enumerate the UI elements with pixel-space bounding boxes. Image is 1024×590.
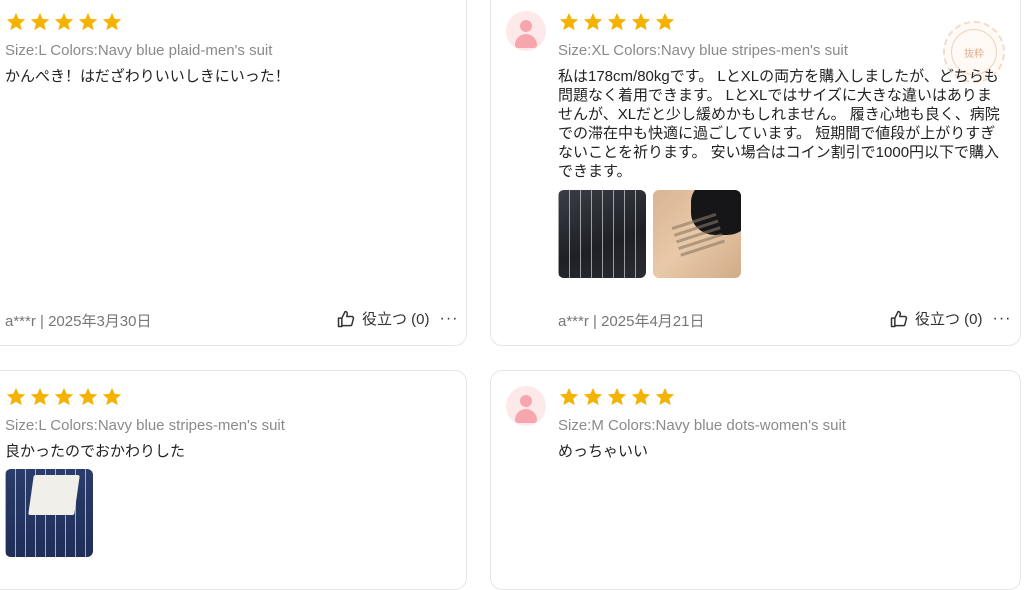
star-icon <box>102 387 122 406</box>
review-card: Size:L Colors:Navy blue stripes-men's su… <box>0 370 467 590</box>
star-icon <box>78 12 98 31</box>
review-photo-care-label[interactable] <box>653 190 741 278</box>
star-icon <box>631 12 651 31</box>
star-icon <box>54 12 74 31</box>
star-rating <box>5 11 123 33</box>
review-photo-navy-stripe[interactable] <box>5 469 93 557</box>
helpful-button[interactable]: 役立つ (0) ··· <box>889 308 1012 329</box>
review-text: かんぺき！はだざわりいいしきにいった！ <box>5 68 290 85</box>
avatar <box>506 386 546 426</box>
helpful-label: 役立つ (0) <box>915 311 983 328</box>
star-rating <box>5 386 123 408</box>
star-rating <box>558 386 676 408</box>
avatar <box>506 11 546 51</box>
star-icon <box>607 12 627 31</box>
review-author-date: a***r | 2025年3月30日 <box>5 313 152 330</box>
star-icon <box>655 12 675 31</box>
review-variant-meta: Size:M Colors:Navy blue dots-women's sui… <box>558 417 846 434</box>
star-icon <box>559 12 579 31</box>
review-photo-striped-shirt[interactable] <box>558 190 646 278</box>
star-icon <box>78 387 98 406</box>
review-variant-meta: Size:L Colors:Navy blue stripes-men's su… <box>5 417 285 434</box>
review-variant-meta: Size:L Colors:Navy blue plaid-men's suit <box>5 42 273 59</box>
helpful-label: 役立つ (0) <box>362 311 430 328</box>
review-variant-meta: Size:XL Colors:Navy blue stripes-men's s… <box>558 42 848 59</box>
star-icon <box>6 12 26 31</box>
more-options-icon[interactable]: ··· <box>993 310 1012 328</box>
helpful-button[interactable]: 役立つ (0) ··· <box>336 308 459 329</box>
review-card: Size:L Colors:Navy blue plaid-men's suit… <box>0 0 467 346</box>
star-icon <box>54 387 74 406</box>
star-icon <box>102 12 122 31</box>
star-icon <box>631 387 651 406</box>
thumbs-up-icon <box>337 310 355 327</box>
review-card: 抜粋 Size:XL Colors:Navy blue stripes-men'… <box>490 0 1021 346</box>
star-icon <box>559 387 579 406</box>
star-icon <box>607 387 627 406</box>
star-icon <box>583 387 603 406</box>
thumbs-up-icon <box>890 310 908 327</box>
more-options-icon[interactable]: ··· <box>440 310 459 328</box>
star-icon <box>6 387 26 406</box>
star-icon <box>30 387 50 406</box>
review-text: 私は178cm/80kgです。 LとXLの両方を購入しましたが、どちらも問題なく… <box>558 68 1000 180</box>
review-text: めっちゃいい <box>558 443 649 460</box>
star-icon <box>30 12 50 31</box>
review-author-date: a***r | 2025年4月21日 <box>558 313 705 330</box>
review-card: Size:M Colors:Navy blue dots-women's sui… <box>490 370 1021 590</box>
star-icon <box>583 12 603 31</box>
star-rating <box>558 11 676 33</box>
star-icon <box>655 387 675 406</box>
review-text: 良かったのでおかわりした <box>5 443 186 460</box>
